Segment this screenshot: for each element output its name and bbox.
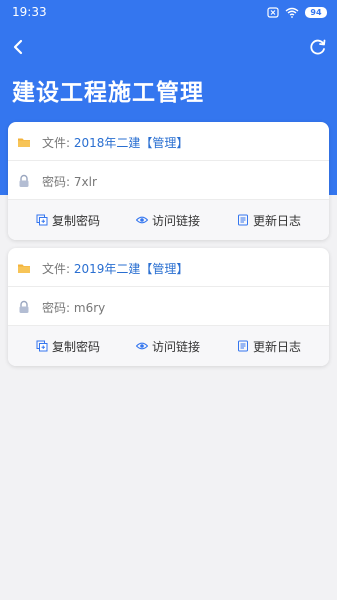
password-row: 密码: m6ry xyxy=(8,287,329,326)
eye-icon xyxy=(136,216,148,224)
file-name[interactable]: 2019年二建【管理】 xyxy=(74,262,189,276)
folder-icon xyxy=(18,264,30,273)
resource-card: 文件: 2019年二建【管理】 密码: m6ry 复制密码 访问链接 更新日志 xyxy=(8,248,329,366)
copy-icon xyxy=(36,214,48,226)
file-label: 文件: xyxy=(42,262,71,276)
file-row[interactable]: 文件: 2018年二建【管理】 xyxy=(8,122,329,161)
copy-password-button[interactable]: 复制密码 xyxy=(36,326,100,366)
visit-link-button[interactable]: 访问链接 xyxy=(136,326,200,366)
back-button[interactable] xyxy=(8,36,30,58)
log-icon xyxy=(238,340,248,352)
sim-icon xyxy=(267,6,279,18)
visit-link-label: 访问链接 xyxy=(152,339,201,354)
copy-password-button[interactable]: 复制密码 xyxy=(36,200,100,240)
status-icons: 94 xyxy=(267,6,327,18)
file-name[interactable]: 2018年二建【管理】 xyxy=(74,136,189,150)
resource-card: 文件: 2018年二建【管理】 密码: 7xlr 复制密码 访问链接 更新日志 xyxy=(8,122,329,240)
status-time: 19:33 xyxy=(12,5,47,19)
file-line: 文件: 2019年二建【管理】 xyxy=(42,260,188,277)
password-value: 7xlr xyxy=(73,175,97,189)
battery-icon: 94 xyxy=(305,6,327,18)
visit-link-label: 访问链接 xyxy=(152,213,201,228)
password-label: 密码: xyxy=(42,301,71,315)
lock-icon xyxy=(19,174,29,187)
password-value: m6ry xyxy=(73,301,106,315)
visit-link-button[interactable]: 访问链接 xyxy=(136,200,200,240)
update-log-label: 更新日志 xyxy=(253,213,302,228)
page-title: 建设工程施工管理 xyxy=(12,80,204,106)
copy-icon xyxy=(36,340,48,352)
update-log-label: 更新日志 xyxy=(253,339,302,354)
password-line: 密码: 7xlr xyxy=(42,173,97,190)
file-row[interactable]: 文件: 2019年二建【管理】 xyxy=(8,248,329,287)
password-line: 密码: m6ry xyxy=(42,299,105,316)
password-row: 密码: 7xlr xyxy=(8,161,329,200)
update-log-button[interactable]: 更新日志 xyxy=(237,326,301,366)
action-bar: 复制密码 访问链接 更新日志 xyxy=(8,200,329,240)
action-bar: 复制密码 访问链接 更新日志 xyxy=(8,326,329,366)
refresh-icon xyxy=(310,39,326,55)
update-log-button[interactable]: 更新日志 xyxy=(237,200,301,240)
copy-password-label: 复制密码 xyxy=(52,339,101,354)
log-icon xyxy=(238,214,248,226)
file-line: 文件: 2018年二建【管理】 xyxy=(42,134,188,151)
eye-icon xyxy=(136,342,148,350)
wifi-icon xyxy=(285,7,299,18)
refresh-button[interactable] xyxy=(307,36,329,58)
copy-password-label: 复制密码 xyxy=(52,213,101,228)
file-label: 文件: xyxy=(42,136,71,150)
back-icon xyxy=(13,39,23,55)
status-bar: 19:33 94 xyxy=(0,0,337,24)
folder-icon xyxy=(18,138,30,147)
lock-icon xyxy=(19,300,29,313)
password-label: 密码: xyxy=(42,175,71,189)
